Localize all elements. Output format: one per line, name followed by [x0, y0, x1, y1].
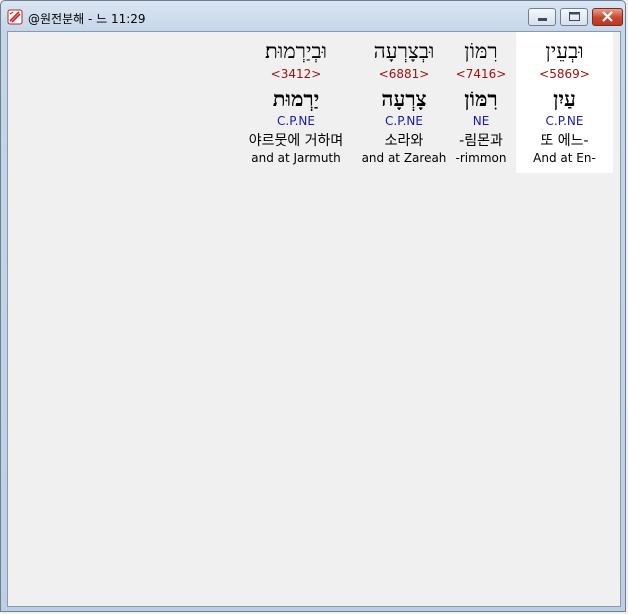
korean-translation: -림몬과 [459, 133, 503, 149]
strong-number: <7416> [455, 67, 507, 81]
hebrew-word: וּבְעֵין [545, 39, 584, 63]
word-column[interactable]: וּבְיַרְמוּת׃ <3412> יַרְמוּת C.P.NE 야르뭇… [236, 32, 356, 173]
hebrew-root: צָרְעָה [381, 86, 427, 111]
strong-number: <5869> [539, 67, 590, 81]
strong-number: <6881> [378, 67, 430, 81]
minimize-icon [538, 18, 547, 21]
hebrew-root: עַיִן [553, 86, 576, 111]
english-translation: And at En- [533, 151, 596, 165]
maximize-button[interactable] [560, 8, 588, 26]
hebrew-word: וּבְצָרְעָה [373, 39, 435, 63]
grammar-code: C.P.NE [545, 114, 584, 128]
hebrew-word: רִמּוֹן [464, 39, 498, 63]
korean-translation: 또 에느- [540, 133, 589, 149]
hebrew-root: יַרְמוּת [272, 86, 320, 111]
word-column[interactable]: רִמּוֹן <7416> רִמּוֹן NE -림몬과 -rimmon [450, 32, 512, 173]
app-icon[interactable] [7, 9, 23, 25]
close-icon [602, 11, 613, 22]
korean-translation: 소라와 [384, 133, 424, 149]
hebrew-word: וּבְיַרְמוּת׃ [265, 39, 327, 63]
english-translation: -rimmon [455, 151, 507, 165]
korean-translation: 야르뭇에 거하며 [248, 133, 344, 149]
strong-number: <3412> [270, 67, 322, 81]
app-window: @원전분해 - 느 11:29 וּבְעֵין <5869> עַיִן C.… [0, 0, 626, 612]
hebrew-root: רִמּוֹן [464, 86, 498, 111]
word-column[interactable]: וּבְעֵין <5869> עַיִן C.P.NE 또 에느- And a… [516, 32, 613, 173]
window-title: @원전분해 - 느 11:29 [28, 12, 146, 26]
analysis-panel: וּבְעֵין <5869> עַיִן C.P.NE 또 에느- And a… [7, 31, 621, 607]
grammar-code: NE [472, 114, 490, 128]
grammar-code: C.P.NE [277, 114, 315, 128]
title-bar[interactable]: @원전분해 - 느 11:29 [1, 1, 625, 31]
grammar-code: C.P.NE [385, 114, 423, 128]
english-translation: and at Zareah [361, 151, 447, 165]
english-translation: and at Jarmuth [251, 151, 341, 165]
maximize-icon [569, 12, 580, 21]
word-column[interactable]: וּבְצָרְעָה <6881> צָרְעָה C.P.NE 소라와 an… [358, 32, 450, 173]
minimize-button[interactable] [528, 8, 556, 26]
close-button[interactable] [592, 8, 623, 26]
